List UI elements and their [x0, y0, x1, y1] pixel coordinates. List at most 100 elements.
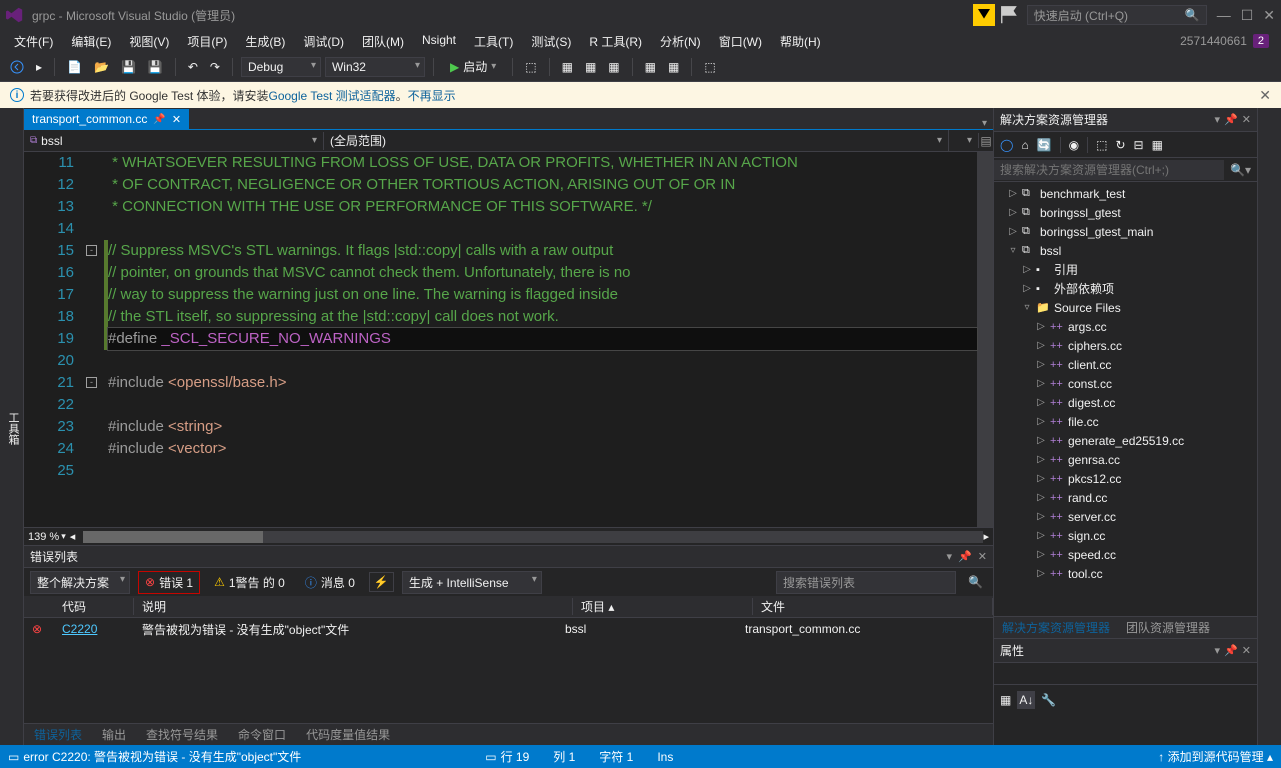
save-all-button[interactable]: 💾 — [144, 57, 167, 77]
toolbar-btn-7[interactable]: ⬚ — [700, 57, 719, 77]
new-project-button[interactable]: 📄 — [63, 57, 86, 77]
menu-item[interactable]: 分析(N) — [652, 31, 709, 52]
tree-node[interactable]: ▿📁Source Files — [994, 298, 1257, 317]
tree-node[interactable]: ▷++client.cc — [994, 355, 1257, 374]
nav-fwd-button[interactable]: ▸ — [32, 57, 46, 77]
menu-item[interactable]: 工具(T) — [466, 31, 521, 52]
open-file-button[interactable]: 📂 — [90, 57, 113, 77]
se-search-input[interactable] — [994, 160, 1224, 180]
tree-node[interactable]: ▷++tool.cc — [994, 564, 1257, 583]
nav-scope-dropdown[interactable]: (全局范围) ▾ — [324, 130, 949, 151]
undo-button[interactable]: ↶ — [184, 57, 202, 77]
se-properties-icon[interactable]: ▦ — [1152, 138, 1163, 152]
tree-node[interactable]: ▷++speed.cc — [994, 545, 1257, 564]
menu-item[interactable]: 文件(F) — [6, 31, 61, 52]
toolbar-btn-2[interactable]: ▦ — [558, 57, 577, 77]
quick-launch-input[interactable]: 快速启动 (Ctrl+Q) 🔍 — [1027, 5, 1207, 25]
se-tab[interactable]: 解决方案资源管理器 — [994, 616, 1118, 639]
col-code[interactable]: 代码 — [54, 598, 134, 615]
se-close-icon[interactable]: ✕ — [1242, 113, 1251, 126]
panel-close-icon[interactable]: ✕ — [978, 550, 987, 563]
tree-node[interactable]: ▷++file.cc — [994, 412, 1257, 431]
feedback-icon[interactable] — [999, 4, 1021, 26]
se-tab[interactable]: 团队资源管理器 — [1118, 616, 1218, 639]
toolbar-btn-6[interactable]: ▦ — [664, 57, 683, 77]
panel-dropdown-icon[interactable]: ▾ — [947, 550, 953, 563]
tree-node[interactable]: ▷++ciphers.cc — [994, 336, 1257, 355]
zoom-level[interactable]: 139 % — [28, 531, 59, 543]
notification-icon[interactable] — [973, 4, 995, 26]
errors-filter-button[interactable]: ⊗ 错误 1 — [138, 571, 200, 594]
code-editor[interactable]: 111213141516171819202122232425 -- * WHAT… — [24, 152, 993, 527]
menu-item[interactable]: Nsight — [414, 31, 464, 52]
menu-item[interactable]: 窗口(W) — [711, 31, 770, 52]
menu-item[interactable]: 团队(M) — [354, 31, 412, 52]
infobar-close-button[interactable]: ✕ — [1259, 87, 1271, 104]
pin-icon[interactable]: 📌 — [153, 114, 165, 125]
maximize-button[interactable]: ☐ — [1241, 7, 1254, 24]
panel-pin-icon[interactable]: 📌 — [958, 550, 972, 563]
warnings-filter-button[interactable]: ⚠ 1警告 的 0 — [208, 572, 291, 593]
menu-item[interactable]: 帮助(H) — [772, 31, 829, 52]
error-search-input[interactable]: 搜索错误列表 — [776, 571, 956, 594]
scroll-left-icon[interactable]: ◂ — [70, 530, 76, 543]
se-search-icon[interactable]: 🔍▾ — [1224, 163, 1257, 177]
messages-filter-button[interactable]: ⓘ 消息 0 — [299, 572, 361, 593]
bottom-tab[interactable]: 代码度量值结果 — [296, 723, 400, 746]
save-button[interactable]: 💾 — [117, 57, 140, 77]
tree-node[interactable]: ▷⧉boringssl_gtest — [994, 203, 1257, 222]
filter-icon[interactable]: ⚡ — [369, 572, 394, 592]
config-dropdown[interactable]: Debug — [241, 57, 321, 77]
toolbar-btn-5[interactable]: ▦ — [641, 57, 660, 77]
tabs-overflow[interactable]: ▾ — [976, 118, 993, 129]
tree-node[interactable]: ▷⧉benchmark_test — [994, 184, 1257, 203]
start-debug-button[interactable]: ▶ 启动 ▾ — [442, 55, 504, 78]
se-collapse-icon[interactable]: ⊟ — [1134, 138, 1144, 152]
infobar-link2[interactable]: 不再显示 — [408, 89, 456, 103]
document-tab-active[interactable]: transport_common.cc 📌 ✕ — [24, 109, 189, 129]
prop-cat-icon[interactable]: ▦ — [1000, 693, 1011, 707]
minimize-button[interactable]: — — [1217, 7, 1231, 24]
prop-az-icon[interactable]: A↓ — [1017, 691, 1035, 709]
se-back-icon[interactable]: ◯ — [1000, 138, 1013, 152]
vertical-scrollbar[interactable] — [977, 152, 993, 527]
bottom-tab[interactable]: 输出 — [92, 723, 136, 746]
code-content[interactable]: * WHATSOEVER RESULTING FROM LOSS OF USE,… — [108, 152, 977, 527]
se-sync-icon[interactable]: 🔄 — [1037, 138, 1052, 152]
menu-item[interactable]: 视图(V) — [121, 31, 177, 52]
horizontal-scrollbar[interactable] — [83, 531, 983, 543]
close-button[interactable]: ✕ — [1263, 7, 1275, 24]
error-code-link[interactable]: C2220 — [62, 622, 97, 636]
bottom-tab[interactable]: 错误列表 — [24, 723, 92, 746]
bottom-tab[interactable]: 查找符号结果 — [136, 723, 228, 746]
status-error[interactable]: ▭ error C2220: 警告被视为错误 - 没有生成"object"文件 — [8, 748, 301, 765]
menu-item[interactable]: 项目(P) — [179, 31, 235, 52]
tree-node[interactable]: ▷++sign.cc — [994, 526, 1257, 545]
nav-project-dropdown[interactable]: ⧉ bssl ▾ — [24, 132, 324, 150]
se-home-icon[interactable]: ⌂ — [1021, 138, 1028, 152]
account-badge[interactable]: 2 — [1253, 34, 1269, 48]
toolbar-btn-4[interactable]: ▦ — [604, 57, 623, 77]
se-pin-icon[interactable]: 📌 — [1224, 113, 1238, 126]
prop-pin-icon[interactable]: 📌 — [1224, 644, 1238, 657]
redo-button[interactable]: ↷ — [206, 57, 224, 77]
error-source-dropdown[interactable]: 生成 + IntelliSense — [402, 571, 542, 594]
tree-node[interactable]: ▷++server.cc — [994, 507, 1257, 526]
toolbox-tab[interactable]: 工具箱 — [3, 112, 23, 745]
solution-tree[interactable]: ▷⧉benchmark_test▷⧉boringssl_gtest▷⧉borin… — [994, 182, 1257, 616]
tree-node[interactable]: ▷++rand.cc — [994, 488, 1257, 507]
menu-item[interactable]: R 工具(R) — [581, 31, 650, 52]
prop-close-icon[interactable]: ✕ — [1242, 644, 1251, 657]
menu-item[interactable]: 生成(B) — [237, 31, 293, 52]
tree-node[interactable]: ▷▪引用 — [994, 260, 1257, 279]
tree-node[interactable]: ▿⧉bssl — [994, 241, 1257, 260]
toolbar-btn-3[interactable]: ▦ — [581, 57, 600, 77]
tree-node[interactable]: ▷++pkcs12.cc — [994, 469, 1257, 488]
tab-close-icon[interactable]: ✕ — [172, 113, 181, 126]
se-dropdown-icon[interactable]: ▾ — [1215, 113, 1221, 126]
col-desc[interactable]: 说明 — [134, 598, 573, 615]
prop-selector[interactable] — [994, 663, 1257, 685]
col-file[interactable]: 文件 — [753, 598, 993, 615]
col-project[interactable]: 项目 ▴ — [573, 598, 753, 615]
tree-node[interactable]: ▷++generate_ed25519.cc — [994, 431, 1257, 450]
